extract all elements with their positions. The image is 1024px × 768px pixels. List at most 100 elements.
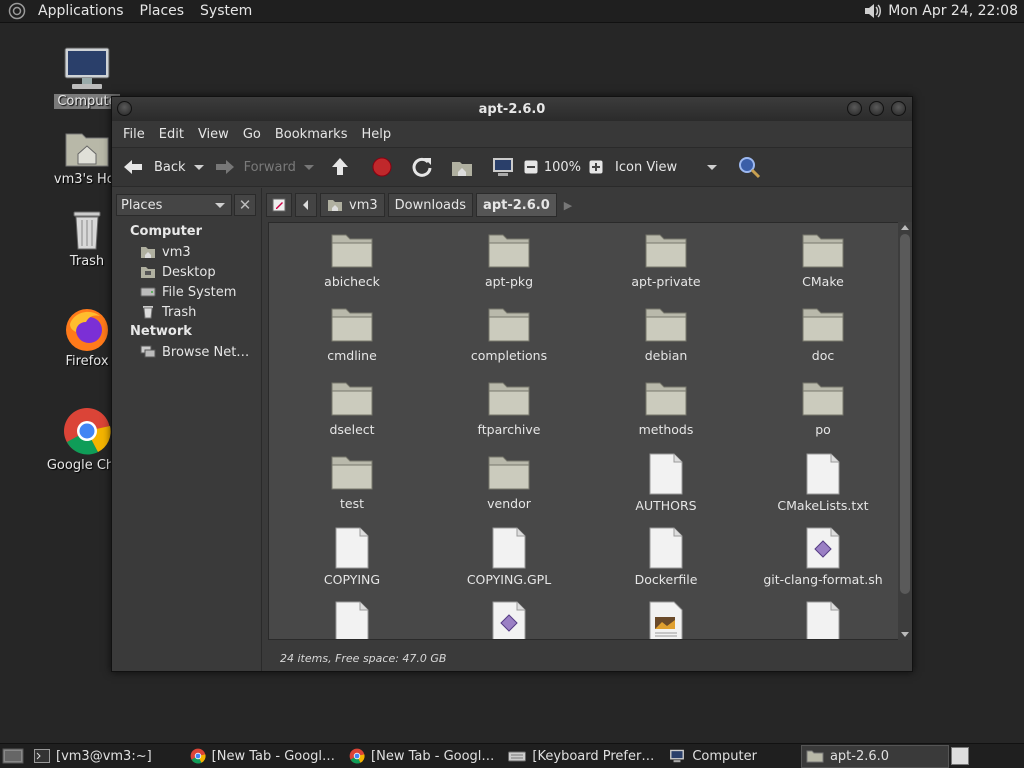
file-item[interactable] xyxy=(444,601,574,639)
sidebar-item-filesystem[interactable]: File System xyxy=(112,282,262,302)
scrollbar-thumb[interactable] xyxy=(900,234,910,594)
folder-item[interactable]: test xyxy=(287,453,417,525)
maximize-button[interactable] xyxy=(869,101,884,116)
reload-icon[interactable] xyxy=(410,156,434,178)
distro-logo-icon[interactable] xyxy=(8,2,26,20)
folder-item[interactable]: apt-pkg xyxy=(444,231,574,303)
zoom-out-icon[interactable] xyxy=(524,160,538,174)
folder-item[interactable]: debian xyxy=(601,305,731,377)
volume-icon[interactable] xyxy=(862,2,882,20)
taskbar-item-chrome-1[interactable]: [New Tab - Googl… xyxy=(186,745,339,768)
search-icon[interactable] xyxy=(737,155,761,179)
menu-go[interactable]: Go xyxy=(236,127,268,142)
menu-file[interactable]: File xyxy=(116,127,152,142)
home-icon[interactable] xyxy=(450,156,474,178)
firefox-icon xyxy=(66,309,108,351)
minimize-button[interactable] xyxy=(847,101,862,116)
folder-item[interactable]: apt-private xyxy=(601,231,731,303)
sidebar-item-trash[interactable]: Trash xyxy=(112,302,262,322)
file-name: abicheck xyxy=(324,274,380,289)
status-text: 24 items, Free space: 47.0 GB xyxy=(280,651,447,665)
folder-item[interactable]: vendor xyxy=(444,453,574,525)
window-menu-button[interactable] xyxy=(117,101,132,116)
file-item[interactable]: AUTHORS xyxy=(601,453,731,525)
places-sidebar: Places ✕ Computer vm3 Desktop File Syste… xyxy=(112,188,262,671)
taskbar-item-keyboard[interactable]: [Keyboard Prefer… xyxy=(504,745,658,768)
workspace-switcher[interactable] xyxy=(950,747,969,765)
edit-icon xyxy=(272,198,286,212)
folder-item[interactable]: abicheck xyxy=(287,231,417,303)
file-item[interactable]: CMakeLists.txt xyxy=(758,453,888,525)
forward-button[interactable]: Forward xyxy=(212,156,296,178)
breadcrumb-label: Downloads xyxy=(394,197,467,213)
sidebar-item-vm3[interactable]: vm3 xyxy=(112,242,262,262)
breadcrumb-left-button[interactable] xyxy=(295,193,317,217)
scroll-up-arrow[interactable] xyxy=(901,225,909,230)
file-name: cmdline xyxy=(327,348,377,363)
folder-item[interactable]: cmdline xyxy=(287,305,417,377)
folder-item[interactable]: doc xyxy=(758,305,888,377)
edit-location-button[interactable] xyxy=(266,193,292,217)
file-item[interactable]: Dockerfile xyxy=(601,527,731,599)
file-name: apt-private xyxy=(631,274,701,289)
folder-item[interactable]: methods xyxy=(601,379,731,451)
taskbar-item-terminal[interactable]: [vm3@vm3:~] xyxy=(30,745,156,768)
stop-icon[interactable] xyxy=(370,156,394,178)
sidebar-item-label: vm3 xyxy=(162,244,191,260)
menu-applications[interactable]: Applications xyxy=(30,3,132,19)
sidebar-item-desktop[interactable]: Desktop xyxy=(112,262,262,282)
breadcrumb-vm3[interactable]: vm3 xyxy=(320,193,385,217)
file-icon-view[interactable]: abicheck apt-pkg apt-private CMake cmdline co… xyxy=(268,222,899,640)
folder-item[interactable]: po xyxy=(758,379,888,451)
menu-bookmarks[interactable]: Bookmarks xyxy=(268,127,355,142)
folder-item[interactable]: ftparchive xyxy=(444,379,574,451)
taskbar-item-chrome-2[interactable]: [New Tab - Googl… xyxy=(345,745,498,768)
chevron-right-icon[interactable]: ▶ xyxy=(560,199,576,212)
taskbar-label: apt-2.6.0 xyxy=(829,748,890,764)
menu-view[interactable]: View xyxy=(191,127,236,142)
file-name: dselect xyxy=(329,422,375,437)
close-button[interactable] xyxy=(891,101,906,116)
up-arrow-icon[interactable] xyxy=(328,156,352,178)
clock[interactable]: Mon Apr 24, 22:08 xyxy=(882,3,1024,19)
chevron-down-icon xyxy=(215,202,225,208)
window-titlebar[interactable]: apt-2.6.0 xyxy=(112,97,912,121)
file-item[interactable] xyxy=(758,601,888,639)
file-item[interactable] xyxy=(287,601,417,639)
zoom-in-icon[interactable] xyxy=(589,160,603,174)
scroll-down-arrow[interactable] xyxy=(901,632,909,637)
breadcrumb-current[interactable]: apt-2.6.0 xyxy=(476,193,557,217)
show-desktop-icon[interactable] xyxy=(2,746,24,766)
file-name: AUTHORS xyxy=(635,498,697,513)
file-name: CMakeLists.txt xyxy=(777,498,869,513)
close-sidebar-button[interactable]: ✕ xyxy=(234,194,256,216)
desktop-icon-label: Trash xyxy=(69,254,105,269)
menu-places[interactable]: Places xyxy=(132,3,193,19)
back-history-dropdown[interactable] xyxy=(193,164,204,170)
breadcrumb-downloads[interactable]: Downloads xyxy=(387,193,474,217)
menu-edit[interactable]: Edit xyxy=(152,127,191,142)
file-item[interactable]: COPYING.GPL xyxy=(444,527,574,599)
menu-help[interactable]: Help xyxy=(354,127,398,142)
zoom-level: 100% xyxy=(543,159,582,175)
desktop-icon-label: Firefox xyxy=(65,354,109,369)
folder-item[interactable]: dselect xyxy=(287,379,417,451)
folder-icon xyxy=(331,234,373,268)
computer-icon[interactable] xyxy=(490,156,516,178)
taskbar-item-file-manager[interactable]: apt-2.6.0 xyxy=(800,744,949,768)
file-item[interactable]: git-clang-format.sh xyxy=(758,527,888,599)
sidebar-mode-select[interactable]: Places xyxy=(116,194,232,216)
back-button[interactable]: Back xyxy=(120,156,186,178)
sidebar-item-browse-network[interactable]: Browse Net… xyxy=(112,342,262,362)
breadcrumb-label: apt-2.6.0 xyxy=(483,197,550,213)
file-item[interactable] xyxy=(601,601,731,639)
menu-system[interactable]: System xyxy=(192,3,260,19)
folder-item[interactable]: CMake xyxy=(758,231,888,303)
forward-history-dropdown[interactable] xyxy=(303,164,314,170)
view-mode-select[interactable]: Icon View xyxy=(615,160,725,175)
file-item[interactable]: COPYING xyxy=(287,527,417,599)
forward-label: Forward xyxy=(243,159,296,175)
vertical-scrollbar[interactable] xyxy=(898,222,912,640)
folder-item[interactable]: completions xyxy=(444,305,574,377)
taskbar-item-computer[interactable]: Computer xyxy=(664,745,761,768)
